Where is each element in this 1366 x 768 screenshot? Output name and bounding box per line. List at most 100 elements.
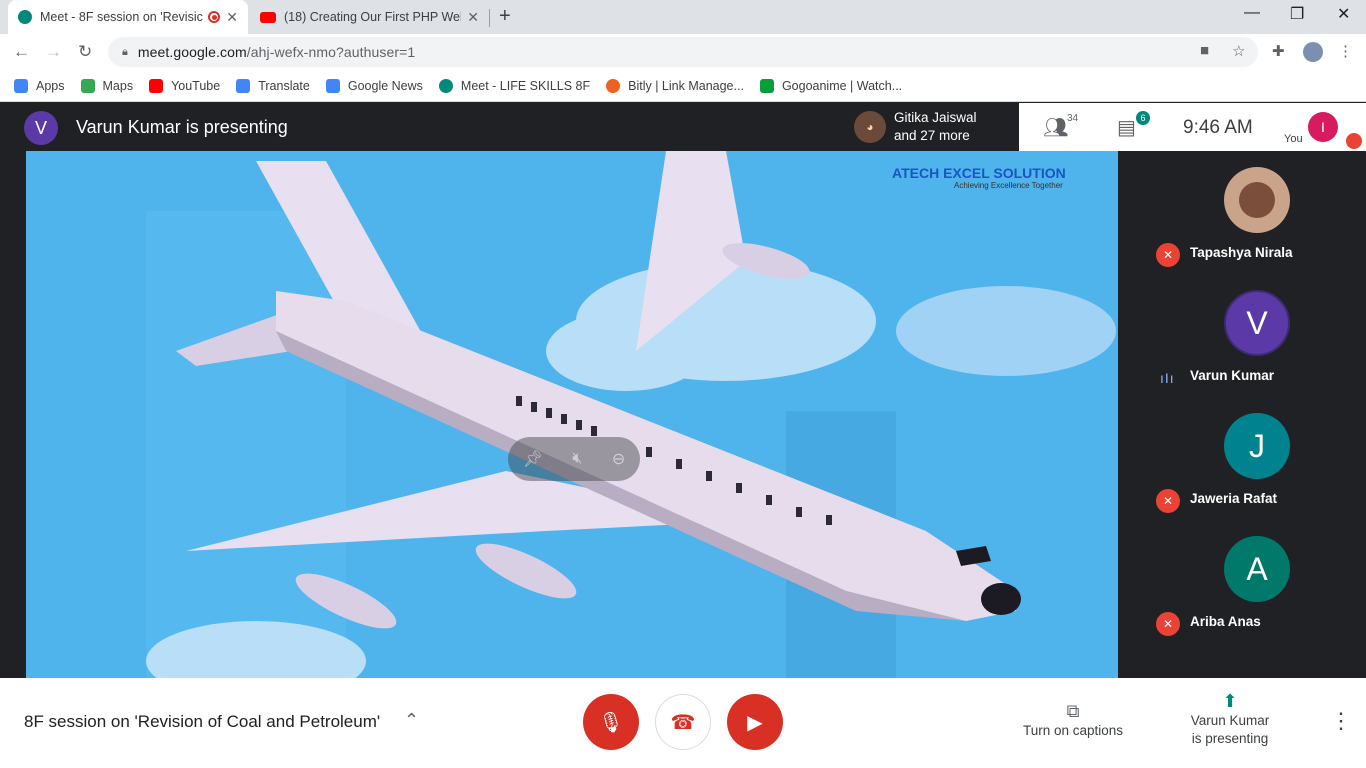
- mute-tile-icon[interactable]: 🔇︎: [572, 450, 582, 468]
- minimize-icon[interactable]: —: [1244, 4, 1260, 22]
- mic-off-icon: ✕: [1156, 489, 1180, 513]
- participant-photo: ◕: [854, 111, 886, 143]
- participant-tile[interactable]: A ✕ Ariba Anas: [1146, 520, 1366, 640]
- speaking-indicator-icon: ıIı: [1160, 370, 1175, 386]
- meet-icon: [18, 10, 32, 24]
- present-screen-icon: ⬆︎: [1222, 691, 1238, 711]
- mic-toggle-button[interactable]: 🎙︎: [583, 694, 639, 750]
- captions-icon: ⧉: [1066, 701, 1080, 721]
- tab-meet[interactable]: Meet - 8F session on 'Revisic ✕: [8, 0, 248, 34]
- bookmark-translate[interactable]: Translate: [236, 78, 310, 93]
- bookmark-meet-life-skills[interactable]: Meet - LIFE SKILLS 8F: [438, 78, 590, 93]
- presentation-stage: ATECH EXCEL SOLUTION Achieving Excellence…: [0, 151, 1146, 678]
- you-label: You: [1284, 133, 1303, 145]
- self-avatar[interactable]: I: [1308, 112, 1338, 142]
- close-tab-icon[interactable]: ✕: [467, 9, 479, 26]
- presenting-line-2: is presenting: [1191, 731, 1269, 746]
- participant-name: Jaweria Rafat: [1190, 491, 1278, 506]
- bookmarks-bar: Apps Maps YouTube Translate Google News …: [0, 70, 1366, 102]
- maximize-icon[interactable]: ❐: [1290, 4, 1304, 24]
- back-icon[interactable]: ←: [13, 42, 30, 62]
- maps-icon: [80, 78, 95, 93]
- meet-icon: [438, 78, 453, 93]
- tab-title: (18) Creating Our First PHP Webs: [284, 10, 462, 24]
- close-tab-icon[interactable]: ✕: [226, 9, 238, 26]
- participants-panel: ✕ Tapashya Nirala V ıIı Varun Kumar J ✕ …: [1146, 151, 1366, 678]
- pin-icon[interactable]: 📌︎: [523, 449, 543, 469]
- reload-icon[interactable]: ↻: [78, 42, 92, 62]
- meeting-controls-bar: 8F session on 'Revision of Coal and Petr…: [0, 678, 1366, 768]
- participant-tile[interactable]: J ✕ Jaweria Rafat: [1146, 397, 1366, 517]
- tab-strip: Meet - 8F session on 'Revisic ✕ (18) Cre…: [0, 0, 1366, 34]
- gogoanime-icon: [759, 78, 774, 93]
- google-news-icon: [325, 78, 340, 93]
- participant-avatar: [1224, 167, 1290, 233]
- presenting-title: Varun Kumar is presenting: [76, 117, 288, 137]
- participant-more: and 27 more: [894, 128, 970, 143]
- participant-name: Varun Kumar: [1190, 368, 1275, 383]
- screen-logo: ATECH EXCEL SOLUTION Achieving Excellence…: [892, 165, 1066, 190]
- bookmark-youtube[interactable]: YouTube: [149, 78, 220, 93]
- participant-avatar: J: [1224, 413, 1290, 479]
- bookmark-apps[interactable]: Apps: [14, 78, 65, 93]
- meet-header: V Varun Kumar is presenting ◕ Gitika Jai…: [0, 103, 1366, 151]
- bookmark-gogoanime[interactable]: Gogoanime | Watch...: [759, 78, 902, 93]
- leave-call-button[interactable]: ☎︎: [655, 694, 711, 750]
- mic-off-icon: ✕: [1156, 243, 1180, 267]
- captions-button[interactable]: ⧉ Turn on captions: [1020, 702, 1126, 740]
- profile-avatar[interactable]: [1303, 42, 1323, 62]
- bookmark-google-news[interactable]: Google News: [325, 78, 423, 93]
- youtube-icon: [149, 78, 164, 93]
- url-text: meet.google.com/ahj-wefx-nmo?authuser=1: [137, 44, 416, 60]
- participant-avatar: V: [1224, 290, 1290, 356]
- hang-up-icon: ☎︎: [670, 711, 696, 734]
- forward-icon[interactable]: →: [45, 42, 62, 62]
- people-icon[interactable]: 👥︎: [1043, 115, 1068, 140]
- clock-time: 9:46 AM: [1183, 117, 1253, 138]
- participant-name: Ariba Anas: [1190, 614, 1261, 629]
- translate-icon: [236, 78, 251, 93]
- meeting-title: 8F session on 'Revision of Coal and Petr…: [24, 712, 381, 731]
- captions-label: Turn on captions: [1022, 723, 1124, 738]
- shared-screen: ATECH EXCEL SOLUTION Achieving Excellence…: [26, 151, 1118, 678]
- bookmark-star-icon[interactable]: ☆: [1232, 42, 1245, 60]
- presenter-avatar: V: [24, 111, 58, 145]
- menu-icon[interactable]: ⋮: [1338, 42, 1353, 60]
- extensions-icon[interactable]: ✚: [1272, 42, 1285, 60]
- tab-divider: [489, 9, 490, 27]
- bookmark-bitly[interactable]: Bitly | Link Manage...: [606, 78, 744, 93]
- remove-tile-icon[interactable]: ⊖: [612, 449, 625, 469]
- more-options-icon[interactable]: ⋮: [1330, 708, 1352, 734]
- bookmark-maps[interactable]: Maps: [80, 78, 133, 93]
- camera-toggle-button[interactable]: ▶︎: [727, 694, 783, 750]
- tab-youtube[interactable]: (18) Creating Our First PHP Webs ✕: [252, 0, 487, 34]
- participant-count: 34: [1067, 113, 1079, 124]
- apps-grid-icon: [14, 78, 28, 93]
- participant-tile[interactable]: V ıIı Varun Kumar: [1146, 274, 1366, 394]
- participant-name: Gitika Jaiswal: [894, 110, 977, 125]
- address-bar[interactable]: 🔒︎ meet.google.com/ahj-wefx-nmo?authuser…: [108, 37, 1258, 67]
- mic-off-icon: ✕: [1156, 612, 1180, 636]
- bitly-icon: [606, 78, 621, 93]
- participant-tile[interactable]: ✕ Tapashya Nirala: [1146, 151, 1366, 271]
- chat-badge: 6: [1136, 111, 1150, 125]
- participant-avatar: A: [1224, 536, 1290, 602]
- mic-off-icon: 🎙︎: [598, 711, 624, 734]
- camera-off-icon: ▶︎: [747, 711, 763, 734]
- camera-icon[interactable]: ■: [1200, 42, 1209, 59]
- pinned-tile-controls: 📌︎ 🔇︎ ⊖: [508, 437, 640, 481]
- other-participants-chip[interactable]: ◕ Gitika Jaiswal and 27 more: [848, 103, 1020, 151]
- airplane-illustration: [26, 151, 1118, 678]
- presenting-status-button[interactable]: ⬆︎ Varun Kumar is presenting: [1180, 692, 1280, 748]
- presenting-line-1: Varun Kumar: [1190, 713, 1270, 728]
- tab-title: Meet - 8F session on 'Revisic: [40, 10, 203, 24]
- chevron-up-icon[interactable]: ⌃: [404, 710, 419, 731]
- close-window-icon[interactable]: ✕: [1337, 4, 1350, 24]
- recording-icon: [208, 11, 221, 23]
- chat-icon[interactable]: ▤: [1117, 115, 1136, 140]
- participant-name: Tapashya Nirala: [1190, 245, 1293, 260]
- browser-toolbar: ← → ↻ 🔒︎ meet.google.com/ahj-wefx-nmo?au…: [0, 34, 1366, 70]
- self-mic-off-icon: [1346, 133, 1362, 149]
- youtube-icon: [260, 11, 276, 23]
- new-tab-icon[interactable]: +: [499, 5, 511, 28]
